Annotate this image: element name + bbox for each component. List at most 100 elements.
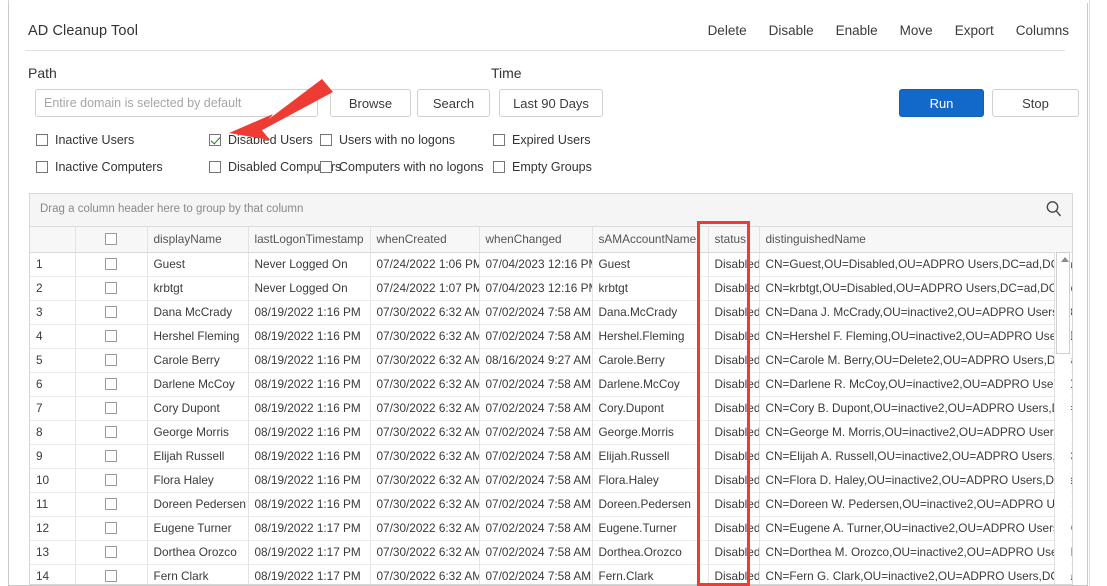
row-checkbox[interactable] [105,426,117,438]
select-all-checkbox[interactable] [105,233,117,246]
window-scrollbar-track[interactable] [1091,0,1106,586]
table-row[interactable]: 3 Dana McCrady 08/19/2022 1:16 PM 07/30/202… [30,300,1072,325]
table-row[interactable]: 6 Darlene McCoy 08/19/2022 1:16 PM 07/30/20… [30,372,1072,397]
row-select-cell[interactable] [75,492,148,517]
scroll-up-arrow-icon[interactable] [1061,257,1069,262]
cell-lastlogontimestamp: 08/19/2022 1:16 PM [248,348,371,373]
table-row[interactable]: 14 Fern Clark 08/19/2022 1:17 PM 07/30/2022… [30,564,1072,584]
cell-lastlogontimestamp: Never Logged On [248,252,371,277]
row-checkbox[interactable] [105,474,117,486]
col-header-status[interactable]: status [708,227,760,253]
window-vertical-scrollbar[interactable] [1089,0,1107,586]
table-row[interactable]: 11 Doreen Pedersen 08/19/2022 1:16 PM 07/30… [30,492,1072,517]
row-select-cell[interactable] [75,468,148,493]
checkbox-users-with-no-logons[interactable]: Users with no logons [320,133,455,147]
col-header-lastlogontimestamp[interactable]: lastLogonTimestamp [248,227,371,253]
cell-distinguishedname: CN=Darlene R. McCoy,OU=inactive2,OU=ADPR… [759,372,1072,397]
row-select-cell[interactable] [75,564,148,584]
time-range-selector[interactable]: Last 90 Days [499,89,603,117]
row-select-cell[interactable] [75,300,148,325]
row-checkbox[interactable] [105,522,117,534]
toolbar-columns-button[interactable]: Columns [1016,23,1069,38]
checkbox-empty-groups[interactable]: Empty Groups [493,160,592,174]
row-checkbox[interactable] [105,330,117,342]
top-toolbar: Delete Disable Enable Move Export Column… [708,23,1069,38]
cell-whenchanged: 07/02/2024 7:58 AM [479,540,593,565]
checkbox-expired-users[interactable]: Expired Users [493,133,591,147]
cell-distinguishedname: CN=Guest,OU=Disabled,OU=ADPRO Users,DC=a… [759,252,1072,277]
col-header-samaccountname[interactable]: sAMAccountName [592,227,709,253]
grid-vertical-scrollbar[interactable] [1054,252,1071,584]
toolbar-move-button[interactable]: Move [900,23,933,38]
row-number: 14 [30,564,76,584]
row-checkbox[interactable] [105,546,117,558]
checkbox-inactive-computers[interactable]: Inactive Computers [36,160,163,174]
path-input[interactable] [35,89,318,117]
row-select-cell[interactable] [75,516,148,541]
table-row[interactable]: 12 Eugene Turner 08/19/2022 1:17 PM 07/30/2… [30,516,1072,541]
row-select-cell[interactable] [75,420,148,445]
checkbox-computers-with-no-logons[interactable]: Computers with no logons [320,160,484,174]
col-header-whencreated[interactable]: whenCreated [370,227,480,253]
cell-whenchanged: 07/02/2024 7:58 AM [479,324,593,349]
table-row[interactable]: 13 Dorthea Orozco 08/19/2022 1:17 PM 07/30/… [30,540,1072,565]
checkbox-disabled-users[interactable]: Disabled Users [209,133,313,147]
row-checkbox[interactable] [105,498,117,510]
table-row[interactable]: 2 krbtgt Never Logged On 07/24/2022 1:07 PM… [30,276,1072,301]
cell-status: Disabled [708,324,760,349]
row-number: 3 [30,300,76,325]
cell-lastlogontimestamp: 08/19/2022 1:16 PM [248,372,371,397]
checkbox-inactive-users[interactable]: Inactive Users [36,133,134,147]
table-row[interactable]: 10 Flora Haley 08/19/2022 1:16 PM 07/30/202… [30,468,1072,493]
row-number: 11 [30,492,76,517]
table-row[interactable]: 4 Hershel Fleming 08/19/2022 1:16 PM 07/30/… [30,324,1072,349]
search-icon[interactable] [1044,199,1064,219]
run-button[interactable]: Run [899,89,984,117]
table-header-row: displayName lastLogonTimestamp whenCreat… [30,227,1072,253]
cell-status: Disabled [708,252,760,277]
cell-samaccountname: Cory.Dupont [592,396,709,421]
row-checkbox[interactable] [105,282,117,294]
toolbar-export-button[interactable]: Export [955,23,994,38]
browse-button[interactable]: Browse [330,89,411,117]
path-label: Path [28,65,57,81]
cell-status: Disabled [708,396,760,421]
checkbox-box-icon [320,161,332,173]
table-row[interactable]: 7 Cory Dupont 08/19/2022 1:16 PM 07/30/2022… [30,396,1072,421]
cell-whencreated: 07/30/2022 6:32 AM [370,516,480,541]
grid-scrollbar-thumb[interactable] [1056,252,1070,354]
col-header-whenchanged[interactable]: whenChanged [479,227,593,253]
row-checkbox[interactable] [105,354,117,366]
checkbox-box-icon [493,134,505,146]
row-select-cell[interactable] [75,444,148,469]
row-select-cell[interactable] [75,540,148,565]
row-checkbox[interactable] [105,402,117,414]
search-button[interactable]: Search [417,89,490,117]
row-select-cell[interactable] [75,252,148,277]
col-header-distinguishedname[interactable]: distinguishedName [759,227,1072,253]
row-checkbox[interactable] [105,258,117,270]
checkbox-label: Computers with no logons [339,160,484,174]
row-select-cell[interactable] [75,372,148,397]
table-row[interactable]: 9 Elijah Russell 08/19/2022 1:16 PM 07/30/2… [30,444,1072,469]
row-checkbox[interactable] [105,570,117,582]
table-row[interactable]: 1 Guest Never Logged On 07/24/2022 1:06 PM 0… [30,252,1072,277]
toolbar-enable-button[interactable]: Enable [836,23,878,38]
cell-displayname: Dana McCrady [147,300,249,325]
toolbar-delete-button[interactable]: Delete [708,23,747,38]
stop-button[interactable]: Stop [992,89,1079,117]
row-checkbox[interactable] [105,450,117,462]
group-by-bar[interactable]: Drag a column header here to group by th… [30,194,1072,227]
row-select-cell[interactable] [75,276,148,301]
row-select-cell[interactable] [75,348,148,373]
table-body: 1 Guest Never Logged On 07/24/2022 1:06 PM 0… [30,252,1072,584]
col-header-displayname[interactable]: displayName [147,227,249,253]
row-select-cell[interactable] [75,324,148,349]
row-checkbox[interactable] [105,306,117,318]
toolbar-disable-button[interactable]: Disable [769,23,814,38]
table-row[interactable]: 5 Carole Berry 08/19/2022 1:16 PM 07/30/202… [30,348,1072,373]
row-select-cell[interactable] [75,396,148,421]
row-checkbox[interactable] [105,378,117,390]
table-row[interactable]: 8 George Morris 08/19/2022 1:16 PM 07/30/20… [30,420,1072,445]
col-header-selectall[interactable] [75,227,148,253]
